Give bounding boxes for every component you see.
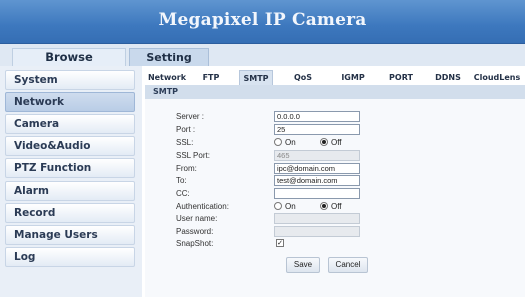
snapshot-checkbox[interactable]: ✓ bbox=[276, 239, 284, 247]
ssl-off-radio[interactable] bbox=[320, 138, 328, 146]
sidebar-item-ptz-function[interactable]: PTZ Function bbox=[5, 158, 135, 178]
password-input[interactable] bbox=[274, 226, 360, 237]
ssl-radio-group: On Off bbox=[274, 137, 354, 149]
subtab-qos[interactable]: QoS bbox=[290, 70, 316, 85]
sidebar-item-video-audio[interactable]: Video&Audio bbox=[5, 136, 135, 156]
sidebar-item-system[interactable]: System bbox=[5, 70, 135, 90]
subtab-ftp[interactable]: FTP bbox=[197, 70, 225, 85]
server-input[interactable]: 0.0.0.0 bbox=[274, 111, 360, 122]
from-input[interactable]: ipc@domain.com bbox=[274, 163, 360, 174]
ssl-on-radio[interactable] bbox=[274, 138, 282, 146]
subtab-port[interactable]: PORT bbox=[387, 70, 415, 85]
subtab-ddns[interactable]: DDNS bbox=[433, 70, 463, 85]
authentication-on-label: On bbox=[285, 202, 296, 211]
checkmark-icon: ✓ bbox=[277, 239, 283, 247]
authentication-off-radio[interactable] bbox=[320, 202, 328, 210]
sidebar-item-manage-users[interactable]: Manage Users bbox=[5, 225, 135, 245]
ssl-label: SSL: bbox=[176, 138, 194, 147]
tab-browse[interactable]: Browse bbox=[12, 48, 126, 66]
authentication-radio-group: On Off bbox=[274, 201, 354, 213]
subtab-smtp[interactable]: SMTP bbox=[239, 70, 273, 85]
sidebar-item-log[interactable]: Log bbox=[5, 247, 135, 267]
cc-input[interactable] bbox=[274, 188, 360, 199]
port-input[interactable]: 25 bbox=[274, 124, 360, 135]
password-label: Password: bbox=[176, 227, 214, 236]
network-subtab-bar: Network FTP SMTP QoS IGMP PORT DDNS Clou… bbox=[145, 66, 525, 85]
subtab-cloudlens[interactable]: CloudLens bbox=[471, 70, 523, 85]
tab-setting[interactable]: Setting bbox=[129, 48, 209, 66]
authentication-off-label: Off bbox=[331, 202, 342, 211]
save-button[interactable]: Save bbox=[286, 257, 320, 273]
subtab-network[interactable]: Network bbox=[147, 70, 187, 85]
username-label: User name: bbox=[176, 214, 218, 223]
authentication-on-radio[interactable] bbox=[274, 202, 282, 210]
cc-label: CC: bbox=[176, 189, 190, 198]
username-input[interactable] bbox=[274, 213, 360, 224]
app-title: Megapixel IP Camera bbox=[158, 10, 367, 30]
ssl-port-label: SSL Port: bbox=[176, 151, 210, 160]
ssl-on-label: On bbox=[285, 138, 296, 147]
top-tab-bar: Browse Setting bbox=[0, 44, 525, 66]
to-input[interactable]: test@domain.com bbox=[274, 175, 360, 186]
sidebar-item-alarm[interactable]: Alarm bbox=[5, 181, 135, 201]
sidebar-item-record[interactable]: Record bbox=[5, 203, 135, 223]
to-label: To: bbox=[176, 176, 187, 185]
authentication-label: Authentication: bbox=[176, 202, 229, 211]
from-label: From: bbox=[176, 164, 197, 173]
ssl-port-input[interactable]: 465 bbox=[274, 150, 360, 161]
sidebar-item-network[interactable]: Network bbox=[5, 92, 135, 112]
section-title: SMTP bbox=[145, 85, 525, 99]
app-header: Megapixel IP Camera bbox=[0, 0, 525, 44]
sidebar: System Network Camera Video&Audio PTZ Fu… bbox=[0, 66, 142, 297]
sidebar-item-camera[interactable]: Camera bbox=[5, 114, 135, 134]
port-label: Port : bbox=[176, 125, 196, 134]
cancel-button[interactable]: Cancel bbox=[328, 257, 368, 273]
subtab-igmp[interactable]: IGMP bbox=[337, 70, 369, 85]
server-label: Server : bbox=[176, 112, 205, 121]
snapshot-label: SnapShot: bbox=[176, 239, 214, 248]
ssl-off-label: Off bbox=[331, 138, 342, 147]
